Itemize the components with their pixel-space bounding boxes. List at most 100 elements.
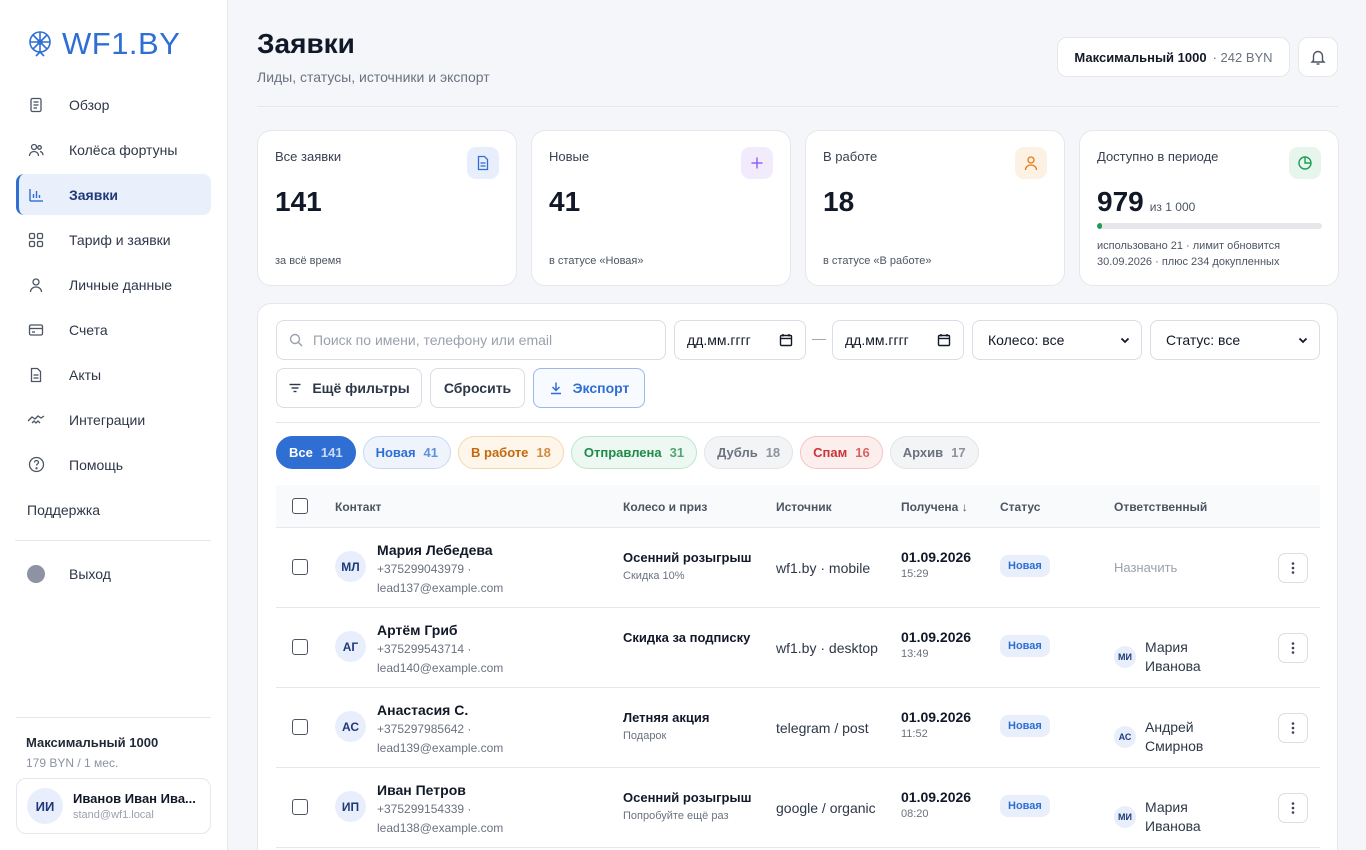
table-row[interactable]: ИП Иван Петров +375299154339 · lead138@e… — [276, 768, 1320, 848]
sidebar-item-leads[interactable]: Заявки — [16, 174, 211, 215]
status-chip[interactable]: Архив 17 — [889, 436, 979, 469]
col-received[interactable]: Получена ↓ — [901, 500, 968, 514]
logo[interactable]: WF1.BY — [26, 26, 180, 62]
notifications-button[interactable] — [1298, 37, 1338, 77]
sidebar-item-tariff[interactable]: Тариф и заявки — [16, 219, 211, 260]
logout-icon — [27, 564, 45, 583]
sidebar-nav: Обзор Колёса фортуны Заявки Тариф и заяв… — [15, 84, 211, 598]
sidebar-item-label: Личные данные — [69, 276, 173, 293]
received-date: 01.09.2026 — [901, 709, 972, 725]
row-menu-button[interactable] — [1278, 793, 1308, 823]
status-badge[interactable]: Новая — [1000, 555, 1050, 577]
avatar: АГ — [335, 631, 366, 662]
chip-label: Все — [289, 445, 313, 460]
sidebar-item-label: Колёса фортуны — [69, 141, 178, 158]
status-chip[interactable]: В работе 18 — [458, 436, 564, 469]
avatar: МИ — [1114, 806, 1136, 828]
logout-button[interactable]: Выход — [16, 553, 211, 594]
row-checkbox[interactable] — [292, 639, 308, 655]
date-separator: — — [812, 330, 826, 346]
wheel-select-value: Колесо: все — [988, 332, 1065, 348]
sidebar-item-help[interactable]: Помощь — [16, 444, 211, 485]
responsible[interactable]: МИ Мария Иванова — [1114, 798, 1235, 836]
user-card[interactable]: ИИ Иванов Иван Ива... stand@wf1.local — [16, 778, 211, 834]
more-vertical-icon — [1291, 562, 1295, 574]
source: wf1.by · mobile — [776, 560, 871, 576]
sidebar-item-acts[interactable]: Акты — [16, 354, 211, 395]
sidebar-item-personal[interactable]: Личные данные — [16, 264, 211, 305]
chevron-down-icon — [1298, 337, 1308, 344]
contact-name[interactable]: Иван Петров — [377, 782, 503, 798]
more-filters-button[interactable]: Ещё фильтры — [276, 368, 422, 408]
table-row[interactable]: АС Анастасия С. +375297985642 · lead139@… — [276, 688, 1320, 768]
row-checkbox[interactable] — [292, 719, 308, 735]
plan-pill-price: · 242 BYN — [1212, 49, 1273, 65]
export-button[interactable]: Экспорт — [533, 368, 645, 408]
calendar-icon[interactable] — [779, 333, 793, 347]
col-source[interactable]: Источник — [776, 500, 832, 514]
wheel-prize: Скидка за подписку — [623, 628, 763, 648]
sidebar-item-wheels[interactable]: Колёса фортуны — [16, 129, 211, 170]
assign-link[interactable]: Назначить — [1114, 560, 1177, 575]
wheel-name: Осенний розыгрыш — [623, 790, 752, 805]
row-menu-button[interactable] — [1278, 553, 1308, 583]
status-chip[interactable]: Спам 16 — [800, 436, 883, 469]
table-row[interactable]: АГ Артём Гриб +375299543714 · lead140@ex… — [276, 608, 1320, 688]
status-chip[interactable]: Дубль 18 — [704, 436, 794, 469]
stat-card-in-progress: В работе 18 в статусе «В работе» — [805, 130, 1065, 286]
row-checkbox[interactable] — [292, 559, 308, 575]
sidebar-plan-name: Максимальный 1000 — [26, 735, 159, 750]
col-responsible[interactable]: Ответственный — [1114, 500, 1207, 514]
chip-label: Спам — [813, 445, 848, 460]
col-status[interactable]: Статус — [1000, 500, 1040, 514]
contact-name[interactable]: Мария Лебедева — [377, 542, 503, 558]
row-checkbox[interactable] — [292, 799, 308, 815]
users-icon — [28, 143, 44, 156]
document-icon — [30, 97, 42, 112]
responsible-name: Мария Иванова — [1145, 639, 1201, 674]
received-time: 15:29 — [901, 568, 929, 580]
date-to-field[interactable]: дд.мм.гггг — [832, 320, 964, 360]
stat-icon — [1015, 147, 1047, 179]
date-from-field[interactable]: дд.мм.гггг — [674, 320, 806, 360]
wheel-select[interactable]: Колесо: все — [972, 320, 1142, 360]
col-wheel[interactable]: Колесо и приз — [623, 500, 707, 514]
source: wf1.by · desktop — [776, 640, 878, 656]
contact-name[interactable]: Артём Гриб — [377, 622, 503, 638]
contact-phone: +375297985642 · — [377, 722, 472, 736]
search-box[interactable] — [276, 320, 666, 360]
grid-icon — [28, 232, 44, 247]
sidebar-item-invoices[interactable]: Счета — [16, 309, 211, 350]
responsible[interactable]: МИ Мария Иванова — [1114, 638, 1235, 676]
reset-button[interactable]: Сбросить — [430, 368, 525, 408]
status-select[interactable]: Статус: все — [1150, 320, 1320, 360]
search-input[interactable] — [313, 332, 653, 348]
select-all-checkbox[interactable] — [292, 498, 308, 514]
plan-pill[interactable]: Максимальный 1000 · 242 BYN — [1057, 37, 1290, 77]
row-menu-button[interactable] — [1278, 633, 1308, 663]
user-icon — [1024, 156, 1038, 171]
responsible[interactable]: АС Андрей Смирнов — [1114, 718, 1235, 756]
sidebar-item-overview[interactable]: Обзор — [16, 84, 211, 125]
received: 01.09.2026 08:20 — [901, 789, 971, 820]
sidebar-item-integrations[interactable]: Интеграции — [16, 399, 211, 440]
status-badge[interactable]: Новая — [1000, 635, 1050, 657]
bar-chart-icon — [29, 188, 43, 202]
sidebar-item-support[interactable]: Поддержка — [16, 489, 211, 530]
chip-count: 18 — [765, 445, 781, 460]
stat-card-available: Доступно в периоде 979 из 1 000 использов… — [1079, 130, 1339, 286]
chip-label: В работе — [471, 445, 529, 460]
sidebar-divider — [15, 540, 211, 541]
status-chip[interactable]: Все 141 — [276, 436, 356, 469]
received-date: 01.09.2026 — [901, 629, 972, 645]
calendar-icon[interactable] — [937, 333, 951, 347]
table-row[interactable]: МЛ Мария Лебедева +375299043979 · lead13… — [276, 528, 1320, 608]
status-chip[interactable]: Отправлена 31 — [570, 436, 698, 469]
row-menu-button[interactable] — [1278, 713, 1308, 743]
col-contact[interactable]: Контакт — [335, 500, 381, 514]
contact-name[interactable]: Анастасия С. — [377, 702, 503, 718]
status-chip[interactable]: Новая 41 — [362, 436, 451, 469]
status-badge[interactable]: Новая — [1000, 715, 1050, 737]
status-badge[interactable]: Новая — [1000, 795, 1050, 817]
received-date: 01.09.2026 — [901, 789, 972, 805]
